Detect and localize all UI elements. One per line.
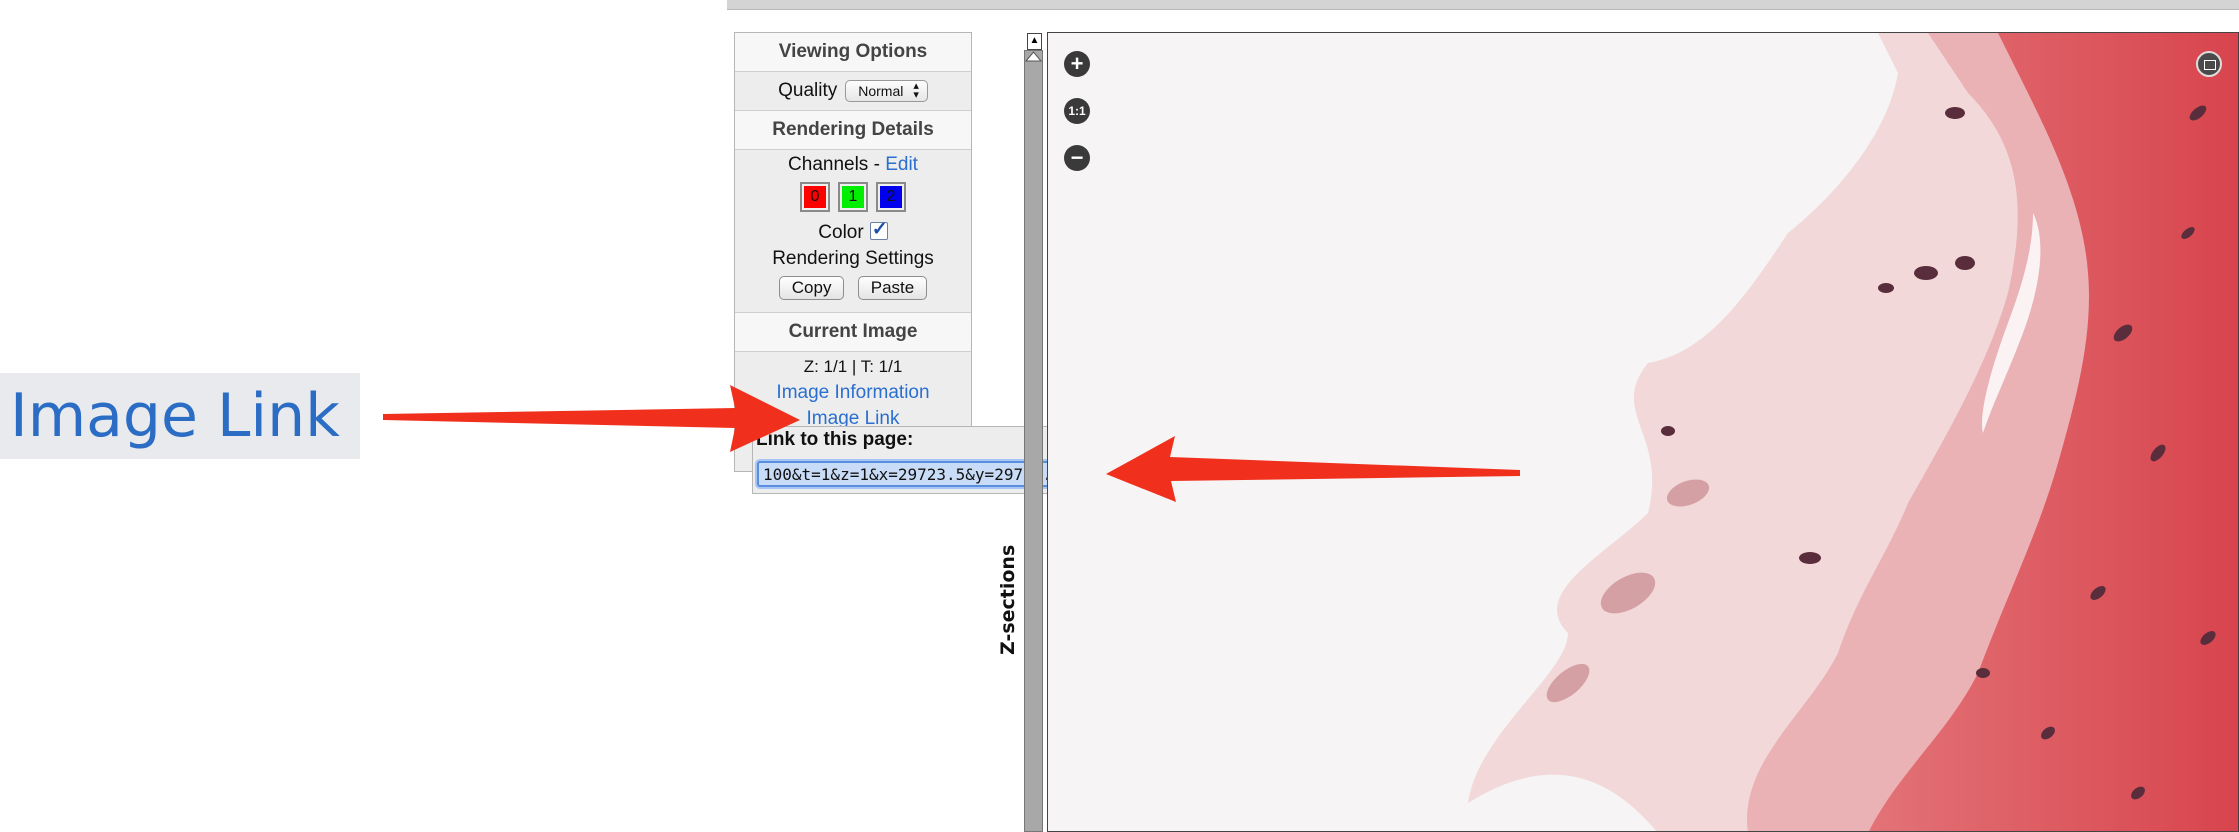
channels-row: Channels - Edit bbox=[735, 152, 971, 178]
current-image-header: Current Image bbox=[735, 312, 971, 352]
viewer-options-panel: Viewing Options Quality Normal ▴ ▾ Render… bbox=[734, 32, 972, 472]
top-toolbar-edge bbox=[727, 0, 2239, 10]
rendering-settings-label: Rendering Settings bbox=[772, 248, 934, 269]
channel-label: 0 bbox=[810, 188, 820, 205]
channels-label: Channels - bbox=[788, 154, 886, 175]
quality-select[interactable]: Normal ▴ ▾ bbox=[845, 80, 928, 102]
channel-label: 2 bbox=[886, 188, 896, 205]
copy-button[interactable]: Copy bbox=[778, 276, 845, 300]
color-checkbox[interactable] bbox=[869, 217, 888, 243]
rendering-settings-buttons: Copy Paste bbox=[735, 276, 971, 300]
slider-top-cap-icon bbox=[1024, 51, 1043, 62]
color-row: Color bbox=[735, 217, 971, 246]
callout-text: Image Link bbox=[10, 381, 340, 451]
channel-button-1[interactable]: 1 bbox=[838, 182, 868, 212]
z-t-position: Z: 1/1 | T: 1/1 bbox=[803, 357, 903, 376]
image-information-link[interactable]: Image Information bbox=[735, 380, 971, 406]
rendering-details-header: Rendering Details bbox=[735, 110, 971, 150]
image-viewer[interactable]: + 1:1 − bbox=[1047, 32, 2239, 832]
zoom-actual-size-icon[interactable]: 1:1 bbox=[1064, 98, 1090, 124]
scroll-up-icon[interactable]: ▲ bbox=[1027, 33, 1042, 50]
paste-button[interactable]: Paste bbox=[857, 276, 928, 300]
channel-button-2[interactable]: 2 bbox=[876, 182, 906, 212]
quality-label: Quality bbox=[778, 80, 838, 101]
edit-channels-link[interactable]: Edit bbox=[885, 154, 918, 175]
z-sections-label: Z-sections bbox=[997, 544, 1019, 655]
quality-row: Quality Normal ▴ ▾ bbox=[735, 72, 971, 110]
fullscreen-icon[interactable] bbox=[2196, 51, 2222, 77]
quality-select-value: Normal bbox=[858, 83, 904, 99]
zoom-out-icon[interactable]: − bbox=[1064, 145, 1090, 171]
color-label: Color bbox=[818, 222, 864, 243]
select-arrows-icon: ▴ ▾ bbox=[913, 80, 919, 101]
channel-button-0[interactable]: 0 bbox=[800, 182, 830, 212]
zoom-in-icon[interactable]: + bbox=[1064, 51, 1090, 77]
viewing-options-header: Viewing Options bbox=[735, 33, 971, 72]
zoomed-image-link-callout: Image Link bbox=[0, 373, 360, 459]
popup-title: Link to this page: bbox=[756, 429, 914, 450]
z-sections-slider[interactable] bbox=[1024, 50, 1043, 832]
channel-buttons: 0 1 2 bbox=[735, 182, 971, 212]
tissue-image bbox=[1468, 33, 2238, 831]
channel-label: 1 bbox=[848, 188, 858, 205]
